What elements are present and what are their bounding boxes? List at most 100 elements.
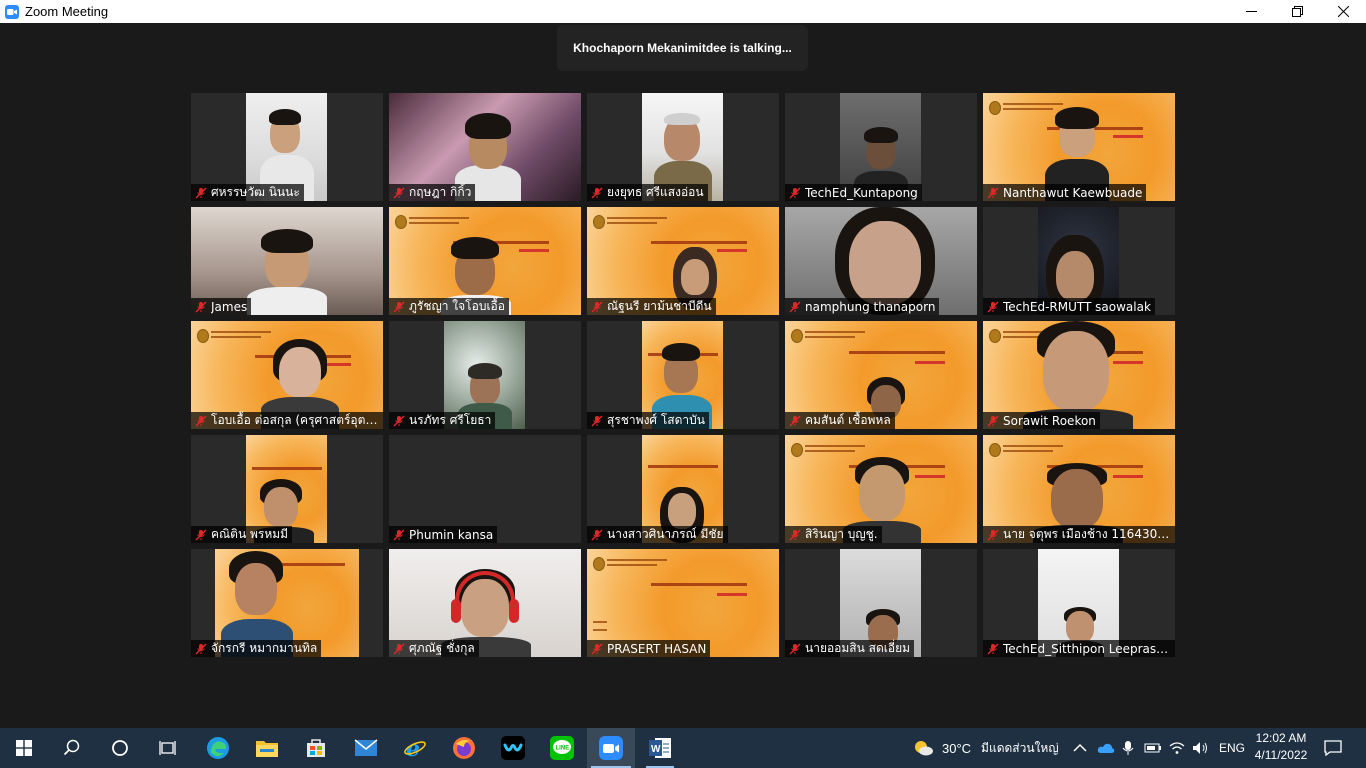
store-button[interactable]	[292, 728, 340, 768]
mic-muted-icon	[789, 187, 801, 198]
clock[interactable]: 12:02 AM 4/11/2022	[1252, 730, 1310, 764]
participant-tile[interactable]: คมสันต์ เชื้อพหล	[785, 321, 977, 429]
network-button[interactable]	[1169, 728, 1185, 768]
participant-name-label: สิรินญา บุญชู.	[785, 526, 882, 543]
svg-text:W: W	[651, 744, 661, 755]
webex-button[interactable]	[489, 728, 537, 768]
mic-muted-icon	[591, 301, 603, 312]
mic-muted-icon	[195, 301, 207, 312]
mic-muted-icon	[195, 187, 207, 198]
participant-name-label: นางสาวศินาภรณ์ มีชัย	[587, 526, 728, 543]
search-icon	[63, 739, 80, 756]
minimize-button[interactable]	[1228, 0, 1274, 23]
participant-name-label: namphung thanaporn	[785, 298, 940, 315]
participant-tile[interactable]: Sorawit Roekon	[983, 321, 1175, 429]
weather-temperature: 30°C	[942, 740, 972, 756]
mic-muted-icon	[195, 415, 207, 426]
action-center-button[interactable]	[1324, 728, 1342, 768]
participant-name-label: คมสันต์ เชื้อพหล	[785, 412, 895, 429]
participant-tile[interactable]: นางสาวศินาภรณ์ มีชัย	[587, 435, 779, 543]
line-button[interactable]: LINE	[538, 728, 586, 768]
firefox-icon	[453, 737, 475, 759]
mic-muted-icon	[789, 643, 801, 654]
task-view-button[interactable]	[144, 728, 192, 768]
participant-tile[interactable]: Nanthawut Kaewbuade	[983, 93, 1175, 201]
zoom-button[interactable]	[587, 728, 635, 768]
participant-name-label: TechEd-RMUTT saowalak	[983, 298, 1155, 315]
battery-plug-icon	[1144, 743, 1161, 753]
chevron-up-icon	[1073, 743, 1087, 752]
mic-muted-icon	[591, 643, 603, 654]
participant-tile[interactable]: PRASERT HASAN	[587, 549, 779, 657]
language-indicator[interactable]: ENG	[1219, 728, 1245, 768]
participant-tile[interactable]: Phumin kansa	[389, 435, 581, 543]
onedrive-button[interactable]	[1097, 728, 1115, 768]
mic-muted-icon	[987, 643, 999, 654]
internet-explorer-button[interactable]: e	[391, 728, 439, 768]
mic-muted-icon	[195, 643, 207, 654]
start-button[interactable]	[0, 728, 48, 768]
participant-tile[interactable]: ภูรัชญา ใจโอบเอื้อ	[389, 207, 581, 315]
internet-explorer-icon: e	[404, 736, 426, 760]
participant-name-label: นรภัทร ศรีโยธา	[389, 412, 496, 429]
zoom-icon	[599, 736, 623, 760]
cortana-button[interactable]	[96, 728, 144, 768]
participant-tile[interactable]: สุรชาพงศ์ โสดาบัน	[587, 321, 779, 429]
firefox-button[interactable]	[440, 728, 488, 768]
weather-widget[interactable]: 30°C มีแดดส่วนใหญ่	[912, 728, 1059, 768]
mic-muted-icon	[393, 643, 405, 654]
participant-name-label: TechEd_Kuntapong	[785, 184, 922, 201]
weather-condition: มีแดดส่วนใหญ่	[981, 740, 1059, 755]
participant-tile[interactable]: สิรินญา บุญชู.	[785, 435, 977, 543]
edge-button[interactable]	[194, 728, 242, 768]
participant-name-label: ณัฐนรี ยาม้นชาบีดีน	[587, 298, 716, 315]
participant-tile[interactable]: จักรกรี หมากมานทิล	[191, 549, 383, 657]
mic-muted-icon	[789, 301, 801, 312]
participant-tile[interactable]: โอบเอื้อ ต่อสกุล (ครุศาสตร์อุตสา...	[191, 321, 383, 429]
speaker-icon	[1193, 742, 1207, 754]
active-speaker-indicator: Khochaporn Mekanimitdee is talking...	[557, 25, 808, 71]
participant-tile[interactable]: นรภัทร ศรีโยธา	[389, 321, 581, 429]
participant-tile[interactable]: namphung thanaporn	[785, 207, 977, 315]
cortana-icon	[112, 740, 128, 756]
close-button[interactable]	[1320, 0, 1366, 23]
restore-button[interactable]	[1274, 0, 1320, 23]
participant-tile[interactable]: นายออมสิน สดเอี่ยม	[785, 549, 977, 657]
wifi-icon	[1169, 742, 1185, 754]
onedrive-icon	[1097, 743, 1115, 753]
mail-button[interactable]	[342, 728, 390, 768]
participant-name-label: Phumin kansa	[389, 526, 498, 543]
participant-tile[interactable]: TechEd_Sitthipon Leeprasert	[983, 549, 1175, 657]
show-hidden-icons-button[interactable]	[1073, 728, 1087, 768]
volume-button[interactable]	[1192, 728, 1210, 768]
participant-tile[interactable]: ศหรรษวัฒ นินนะ	[191, 93, 383, 201]
participant-name-label: คณิติน พรหมมี	[191, 526, 293, 543]
sun-cloud-icon	[915, 741, 933, 756]
participant-name-label: นายออมสิน สดเอี่ยม	[785, 640, 915, 657]
participant-tile[interactable]: นาย จตุพร เมืองช้าง 1164302...	[983, 435, 1175, 543]
participant-tile[interactable]: TechEd_Kuntapong	[785, 93, 977, 201]
battery-button[interactable]	[1144, 728, 1162, 768]
mic-muted-icon	[987, 301, 999, 312]
participant-name-label: โอบเอื้อ ต่อสกุล (ครุศาสตร์อุตสา...	[191, 412, 383, 429]
file-explorer-button[interactable]	[243, 728, 291, 768]
word-button[interactable]: W	[636, 728, 684, 768]
store-icon	[307, 739, 325, 757]
microphone-icon	[1122, 741, 1134, 755]
participant-tile[interactable]: กฤษฎา กิกิ้ว	[389, 93, 581, 201]
microphone-button[interactable]	[1122, 728, 1134, 768]
participant-tile[interactable]: ศุภณัฐ ชั่งกุล	[389, 549, 581, 657]
participant-name-label: จักรกรี หมากมานทิล	[191, 640, 322, 657]
participant-tile[interactable]: ยงยุทธ ศรีแสงอ่อน	[587, 93, 779, 201]
participant-name-label: นาย จตุพร เมืองช้าง 1164302...	[983, 526, 1175, 543]
participant-name-label: James	[191, 298, 252, 315]
participant-tile[interactable]: ณัฐนรี ยาม้นชาบีดีน	[587, 207, 779, 315]
search-button[interactable]	[48, 728, 96, 768]
participant-tile[interactable]: James	[191, 207, 383, 315]
mic-muted-icon	[591, 187, 603, 198]
participant-name-label: สุรชาพงศ์ โสดาบัน	[587, 412, 709, 429]
participant-tile[interactable]: คณิติน พรหมมี	[191, 435, 383, 543]
participant-tile[interactable]: TechEd-RMUTT saowalak	[983, 207, 1175, 315]
clock-date: 4/11/2022	[1254, 748, 1308, 762]
participant-name-label: ศุภณัฐ ชั่งกุล	[389, 640, 479, 657]
